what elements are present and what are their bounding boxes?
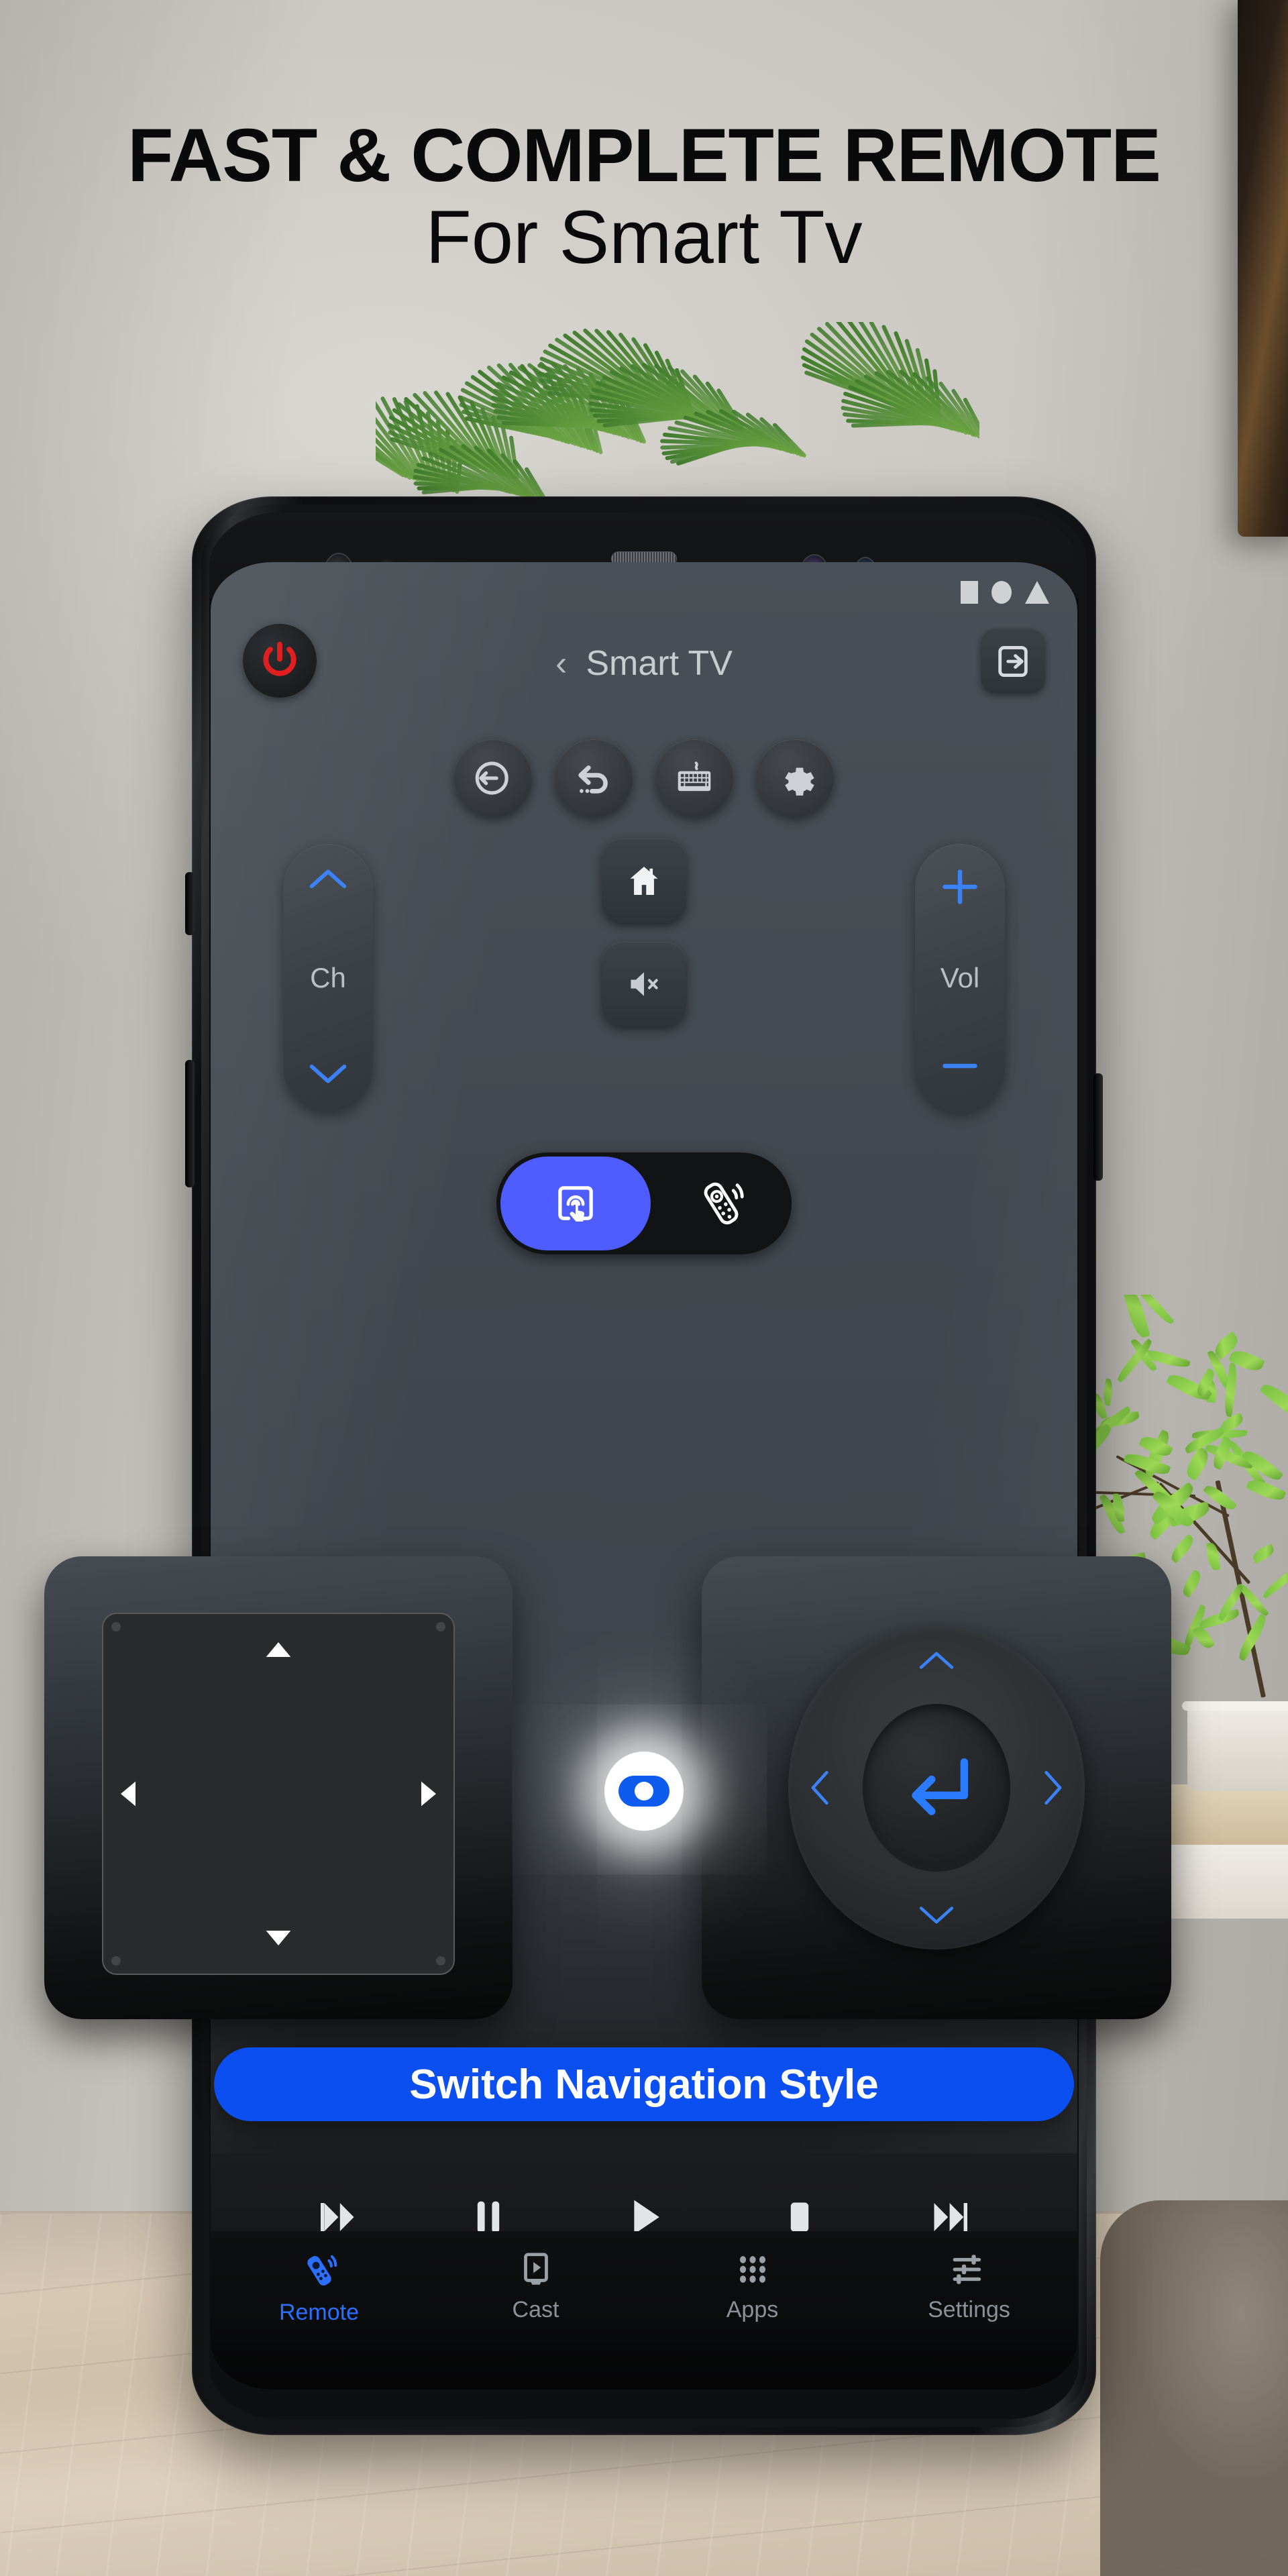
- headline-line-2: For Smart Tv: [0, 193, 1288, 282]
- power-icon: [259, 640, 301, 682]
- touchpad-nav-panel[interactable]: [44, 1556, 513, 2019]
- exit-app-button[interactable]: [981, 629, 1045, 694]
- nav-item-cast[interactable]: Cast: [427, 2250, 644, 2323]
- channel-up-button[interactable]: [308, 867, 348, 893]
- source-input-icon: [472, 757, 514, 799]
- chevron-up-icon: [308, 867, 348, 890]
- toggle-switch-badge[interactable]: [604, 1752, 684, 1831]
- triangle-icon: [1025, 581, 1049, 604]
- chevron-right-icon[interactable]: [1043, 1769, 1065, 1807]
- volume-rocker: Vol: [915, 844, 1005, 1112]
- volume-down-button[interactable]: [940, 1046, 980, 1089]
- keyboard-button[interactable]: [655, 739, 733, 817]
- toggle-switch-icon: [619, 1776, 669, 1807]
- nav-label-settings: Settings: [928, 2297, 1010, 2323]
- up-arrow-icon[interactable]: [264, 1640, 293, 1660]
- circle-icon: [991, 581, 1012, 604]
- back-button[interactable]: [555, 739, 633, 817]
- right-arrow-icon[interactable]: [419, 1779, 439, 1809]
- touchpad-surface[interactable]: [102, 1613, 455, 1975]
- touchpad-corner-dot: [436, 1956, 445, 1966]
- phone-volume-button: [185, 1060, 195, 1187]
- square-icon: [961, 581, 978, 604]
- home-icon: [625, 862, 663, 900]
- cta-label: Switch Navigation Style: [409, 2061, 878, 2108]
- home-button[interactable]: [602, 839, 686, 923]
- channel-label: Ch: [310, 962, 346, 994]
- chevron-up-icon[interactable]: [918, 1649, 955, 1670]
- promo-headline: FAST & COMPLETE REMOTE For Smart Tv: [0, 118, 1288, 282]
- enter-return-icon: [895, 1746, 978, 1829]
- volume-label: Vol: [941, 962, 979, 994]
- toggle-switch-knob: [635, 1782, 653, 1801]
- cast-screen-icon: [517, 2250, 555, 2289]
- mute-button[interactable]: [602, 942, 686, 1026]
- nav-label-remote: Remote: [279, 2300, 359, 2326]
- page-title: Smart TV: [586, 643, 733, 684]
- touchpad-corner-dot: [111, 1622, 121, 1631]
- dpad-nav-panel[interactable]: [702, 1556, 1171, 2019]
- remote-control-icon: [299, 2250, 340, 2292]
- chevron-down-icon: [308, 1063, 348, 1086]
- keyboard-icon: [674, 757, 715, 799]
- remote-mode-option[interactable]: [651, 1177, 792, 1230]
- input-mode-toggle[interactable]: [496, 1152, 792, 1254]
- switch-navigation-style-button[interactable]: Switch Navigation Style: [214, 2047, 1074, 2121]
- left-arrow-icon[interactable]: [118, 1779, 138, 1809]
- chevron-left-icon[interactable]: [808, 1769, 830, 1807]
- dpad-ok-button[interactable]: [863, 1704, 1010, 1872]
- plus-icon: [940, 867, 980, 907]
- source-input-button[interactable]: [454, 739, 532, 817]
- app-top-bar: ‹ Smart TV: [211, 620, 1077, 707]
- nav-item-apps[interactable]: Apps: [644, 2250, 861, 2323]
- function-button-row: [211, 739, 1077, 817]
- phone-bixby-button: [185, 872, 195, 935]
- settings-gear-icon: [774, 757, 816, 799]
- rug: [1100, 2200, 1288, 2576]
- back-chevron-icon[interactable]: ‹: [555, 646, 567, 681]
- touchpad-tap-icon: [551, 1179, 600, 1228]
- nav-label-apps: Apps: [727, 2297, 779, 2323]
- volume-up-button[interactable]: [940, 867, 980, 910]
- navigation-style-comparison: [0, 1536, 1288, 2046]
- plant-leaf: [1246, 1476, 1287, 1504]
- screen-title-group: ‹ Smart TV: [555, 620, 733, 707]
- plant-leaf: [1093, 1424, 1116, 1472]
- headline-line-1: FAST & COMPLETE REMOTE: [0, 118, 1288, 193]
- power-button[interactable]: [243, 624, 317, 698]
- nav-item-settings[interactable]: Settings: [861, 2250, 1077, 2323]
- touchpad-corner-dot: [436, 1622, 445, 1631]
- bottom-navigation: Remote Cast Apps Settings: [211, 2231, 1077, 2390]
- dpad-ring: [788, 1626, 1085, 1949]
- nav-item-remote[interactable]: Remote: [211, 2250, 427, 2326]
- status-bar: [961, 581, 1049, 604]
- apps-grid-icon: [733, 2250, 772, 2289]
- settings-button[interactable]: [756, 739, 834, 817]
- sliders-icon: [950, 2250, 989, 2289]
- mute-icon: [625, 965, 663, 1003]
- minus-icon: [940, 1046, 980, 1086]
- phone-power-button: [1093, 1073, 1103, 1181]
- chevron-down-icon[interactable]: [918, 1905, 955, 1927]
- center-button-stack: [602, 839, 686, 1026]
- back-icon: [573, 757, 614, 799]
- channel-rocker: Ch: [283, 844, 373, 1112]
- remote-control-icon: [695, 1177, 747, 1230]
- main-controls: Ch Vol: [211, 844, 1077, 1139]
- touchpad-corner-dot: [111, 1956, 121, 1966]
- plant-leaf: [1102, 1379, 1114, 1406]
- channel-down-button[interactable]: [308, 1063, 348, 1089]
- plant-leaf: [1260, 1379, 1288, 1424]
- nav-label-cast: Cast: [513, 2297, 559, 2323]
- exit-app-icon: [994, 642, 1032, 681]
- touchpad-mode-option[interactable]: [500, 1157, 651, 1250]
- down-arrow-icon[interactable]: [264, 1928, 293, 1948]
